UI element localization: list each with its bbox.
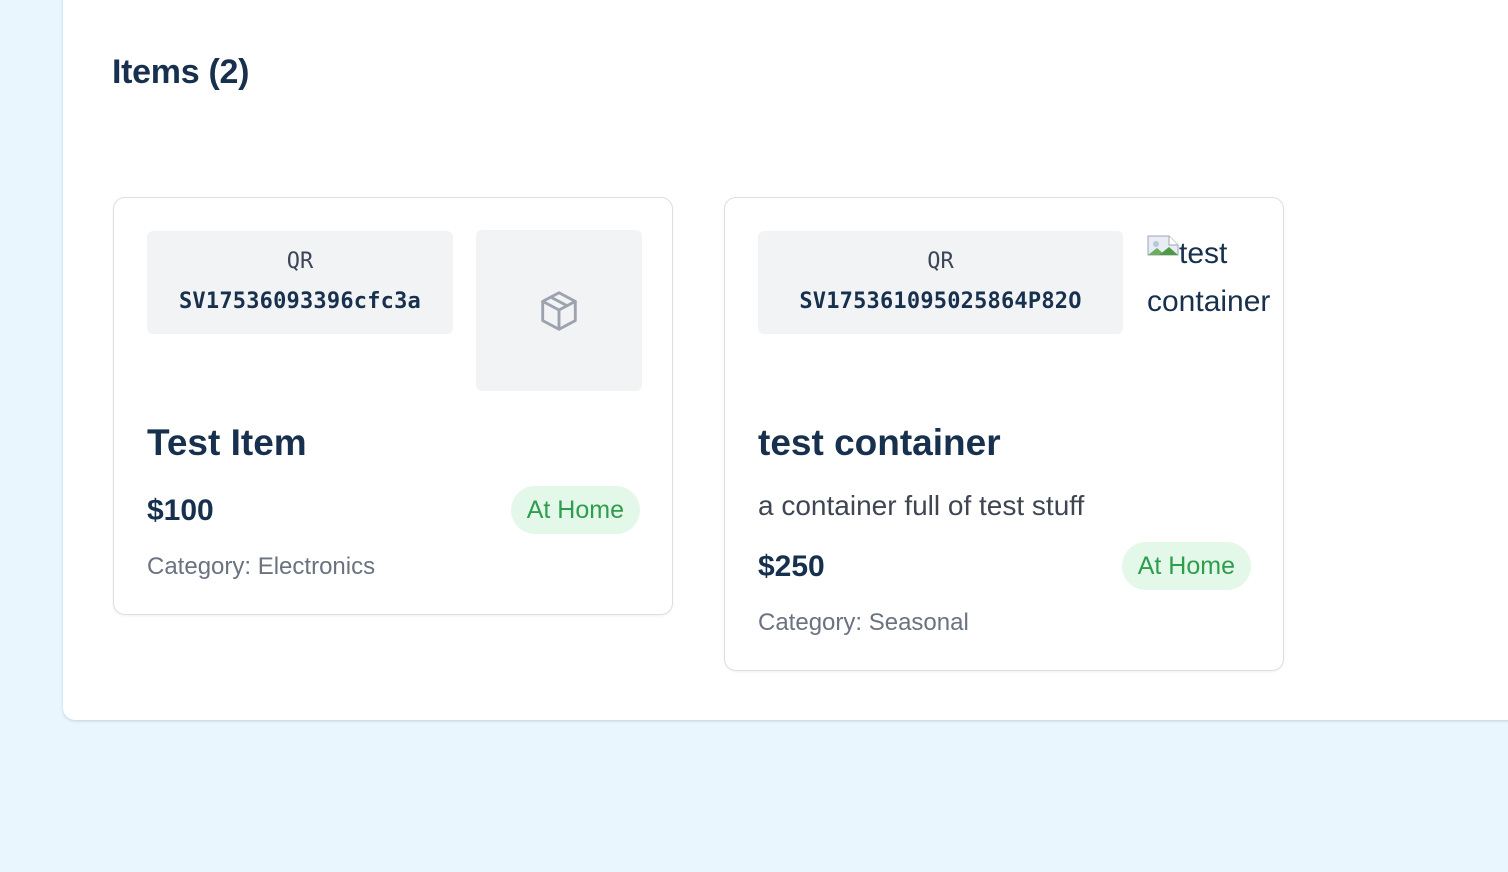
item-thumbnail-placeholder [476,230,642,391]
item-card[interactable]: QR SV175361095025864P82O test container … [724,197,1284,671]
item-price: $100 [147,494,214,527]
status-badge: At Home [510,486,640,534]
item-thumbnail-broken-image: test container [1147,230,1285,340]
thumbnail-alt-text-line1: test [1179,237,1228,270]
item-name[interactable]: Test Item [147,421,307,465]
qr-code-value: SV175361095025864P82O [799,289,1082,314]
item-category: Category: Seasonal [758,609,969,636]
package-icon [541,290,577,331]
item-card[interactable]: QR SV17536093396cfc3a Test Item $100 At … [113,197,673,615]
items-section-title: Items (2) [112,53,250,91]
qr-code-box[interactable]: QR SV17536093396cfc3a [147,231,453,334]
qr-code-box[interactable]: QR SV175361095025864P82O [758,231,1123,334]
item-description: a container full of test stuff [758,490,1085,521]
broken-image-icon [1147,234,1179,266]
qr-label: QR [286,249,314,274]
qr-code-value: SV17536093396cfc3a [178,289,421,314]
item-price: $250 [758,550,825,583]
thumbnail-alt-text-line2: container [1147,285,1271,318]
item-name[interactable]: test container [758,421,1001,465]
qr-label: QR [927,249,954,274]
status-badge: At Home [1121,542,1251,590]
item-category: Category: Electronics [147,553,376,580]
